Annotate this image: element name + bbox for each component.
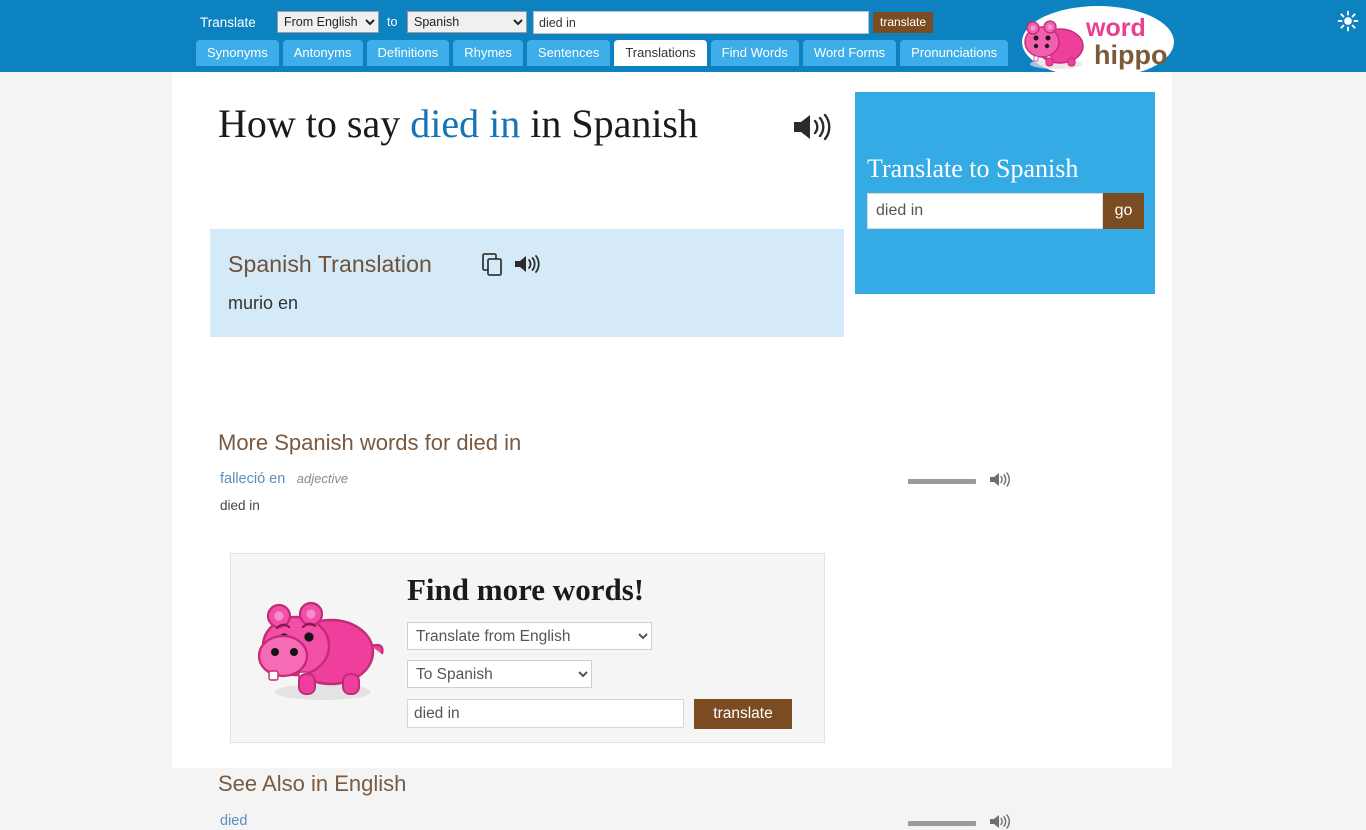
sidebar-title: Translate to Spanish: [867, 154, 1079, 183]
tab-definitions[interactable]: Definitions: [366, 40, 450, 66]
page-content: How to say died in in Spanish Spanish Tr…: [172, 72, 1172, 829]
page-title-highlight: died in: [410, 101, 521, 146]
translate-sidebar-box: Translate to Spanish go: [855, 92, 1155, 294]
header-translate-button[interactable]: translate: [873, 12, 934, 33]
audio-progress-bar[interactable]: [908, 479, 976, 484]
tab-pronunciations[interactable]: Pronunciations: [900, 40, 1009, 66]
to-language-select[interactable]: Spanish: [407, 11, 527, 33]
tab-translations[interactable]: Translations: [614, 40, 707, 66]
translate-label: Translate: [200, 15, 256, 30]
word-definition: died in: [220, 498, 260, 513]
tab-antonyms[interactable]: Antonyms: [282, 40, 363, 66]
more-words-heading: More Spanish words for died in: [218, 430, 522, 455]
from-language-select[interactable]: From English: [277, 11, 379, 33]
site-header: Translate From English to Spanish transl…: [0, 0, 1366, 78]
sun-icon[interactable]: [1337, 10, 1359, 32]
translation-speaker-icon[interactable]: [513, 253, 541, 275]
row-speaker-icon[interactable]: [989, 471, 1010, 488]
find-translate-button[interactable]: translate: [694, 699, 792, 729]
find-to-language-select[interactable]: To Spanish: [407, 660, 592, 688]
title-speaker-icon[interactable]: [790, 110, 835, 144]
find-more-words-panel: Find more words! Translate from English …: [230, 553, 825, 743]
hippo-mascot-icon: [257, 601, 384, 700]
main-nav-tabs[interactable]: Synonyms Antonyms Definitions Rhymes Sentenc…: [196, 40, 1009, 68]
sidebar-go-button[interactable]: go: [1103, 193, 1144, 229]
audio-progress-bar[interactable]: [908, 821, 976, 826]
row-speaker-icon[interactable]: [989, 813, 1010, 830]
find-from-language-select[interactable]: Translate from English: [407, 622, 652, 650]
svg-text:hippo: hippo: [1094, 40, 1167, 70]
tab-synonyms[interactable]: Synonyms: [196, 40, 279, 66]
svg-text:word: word: [1085, 14, 1146, 42]
see-also-row: died: [220, 812, 1010, 830]
find-word-input[interactable]: [407, 699, 684, 728]
sidebar-search-input[interactable]: [867, 193, 1103, 229]
tab-find-words[interactable]: Find Words: [710, 40, 799, 66]
wordhippo-logo[interactable]: word hippo: [1016, 2, 1176, 82]
spanish-translation-box: Spanish Translation murio en: [210, 229, 844, 337]
to-label: to: [387, 15, 398, 29]
page-title: How to say died in in Spanish: [218, 100, 758, 148]
page-title-prefix: How to say: [218, 101, 401, 146]
word-entry-row: falleció en adjective died in: [220, 470, 1010, 513]
see-also-heading: See Also in English: [218, 771, 407, 796]
see-also-link[interactable]: died: [220, 813, 247, 829]
tab-word-forms[interactable]: Word Forms: [802, 40, 897, 66]
header-search-input[interactable]: [533, 11, 869, 34]
translation-box-heading: Spanish Translation: [228, 251, 432, 277]
tab-sentences[interactable]: Sentences: [526, 40, 611, 66]
copy-icon[interactable]: [482, 253, 504, 277]
page-title-suffix: in Spanish: [530, 101, 698, 146]
tab-rhymes[interactable]: Rhymes: [453, 40, 523, 66]
translation-value: murio en: [228, 293, 299, 313]
find-more-words-title: Find more words!: [407, 572, 645, 607]
word-link[interactable]: falleció en: [220, 471, 285, 487]
word-part-of-speech: adjective: [296, 471, 349, 486]
